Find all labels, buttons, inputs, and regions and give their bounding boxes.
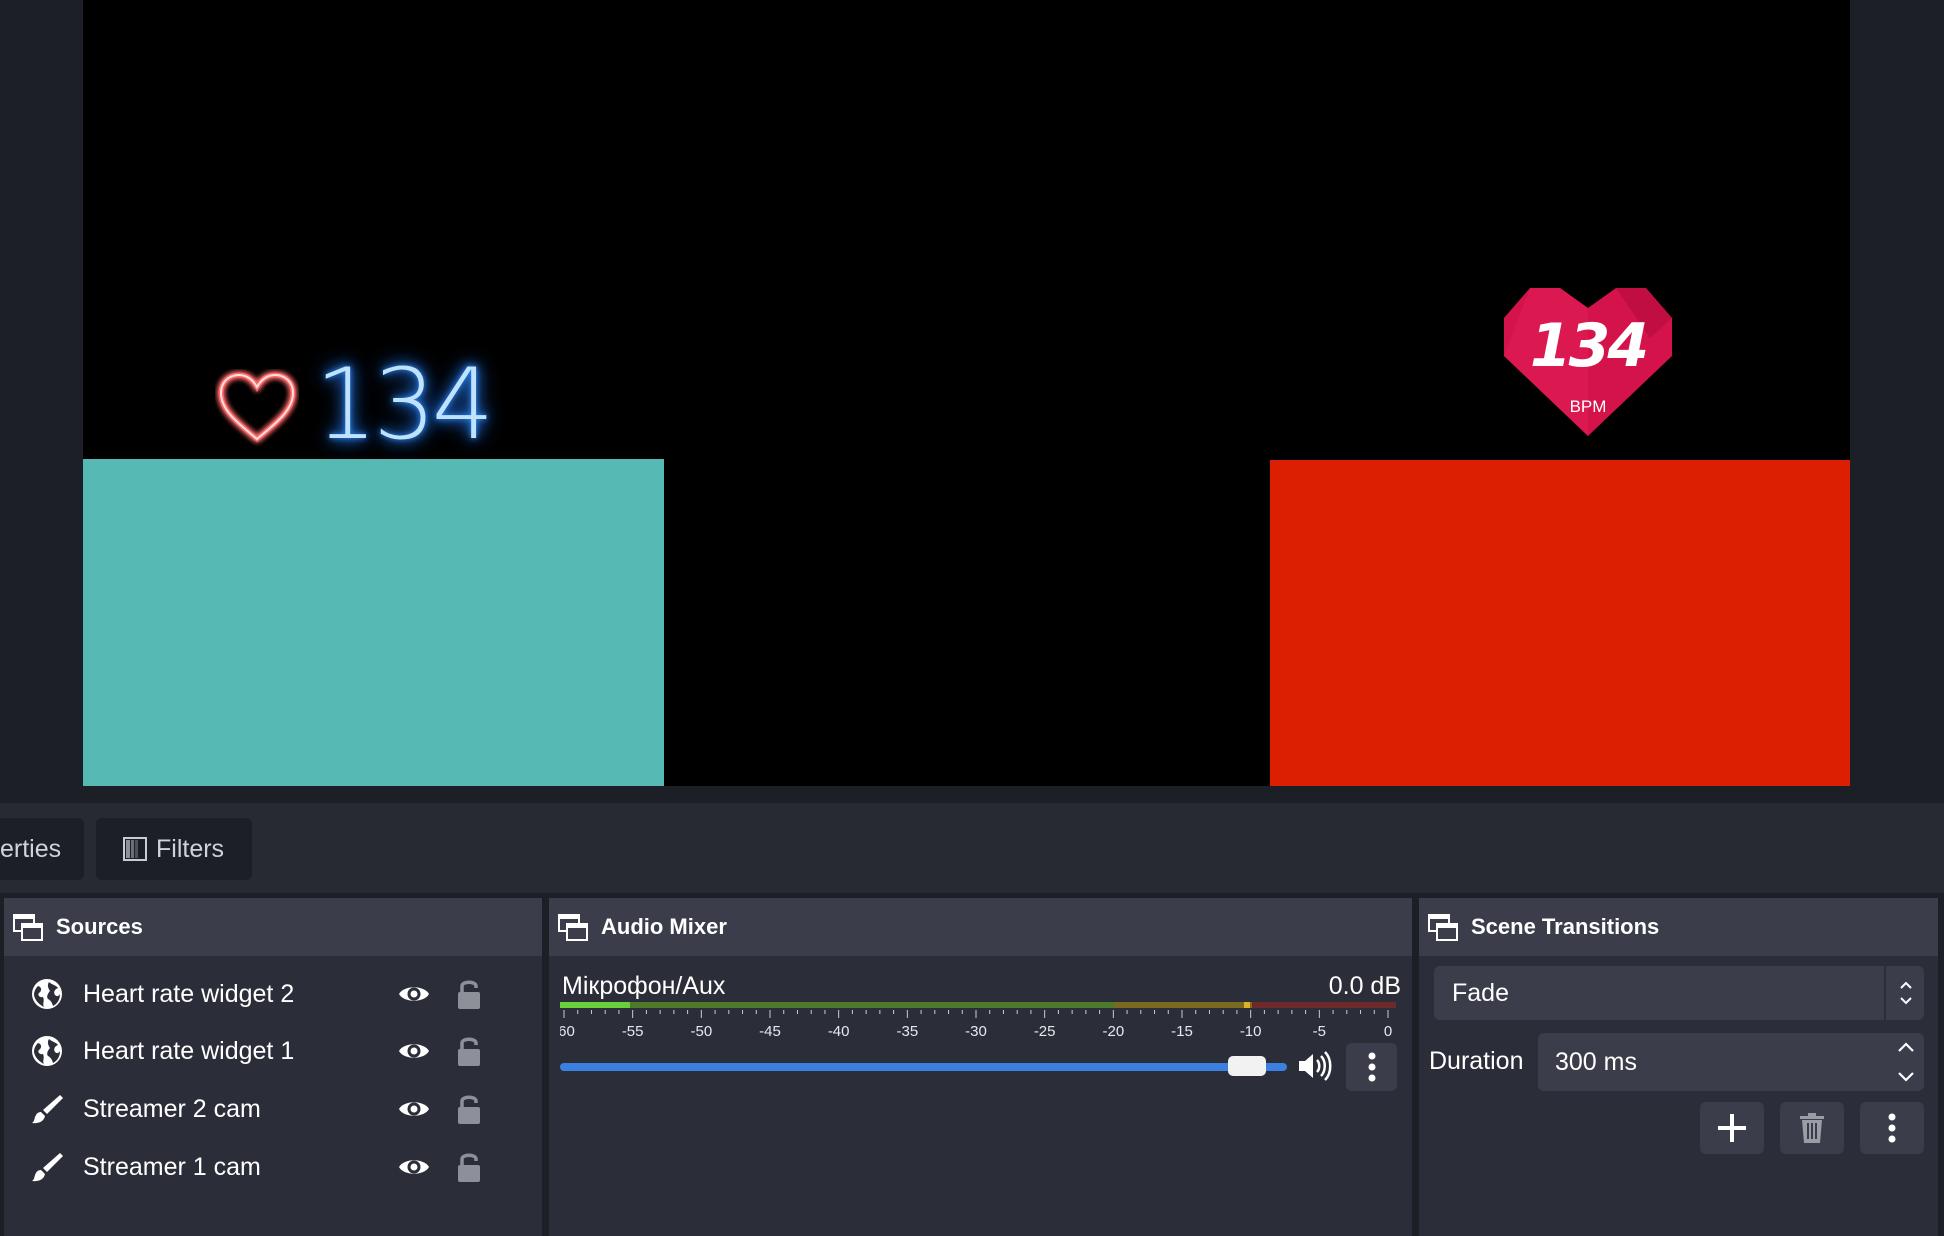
eye-icon[interactable] <box>397 977 431 1011</box>
eye-icon[interactable] <box>397 1150 431 1184</box>
source-label: Streamer 1 cam <box>83 1152 261 1181</box>
meter-tick-label: -20 <box>1102 1023 1124 1040</box>
meter-tick-label: -35 <box>896 1023 918 1040</box>
neon-heart-icon <box>218 372 296 443</box>
volume-meter: -60-55-50-45-40-35-30-25-20-15-10-50 <box>560 1002 1396 1040</box>
streamer-2-cam-box[interactable] <box>1270 460 1850 786</box>
source-row[interactable]: Heart rate widget 1 <box>4 1022 542 1080</box>
source-row[interactable]: Heart rate widget 2 <box>4 965 542 1023</box>
audio-mixer-title: Audio Mixer <box>601 914 727 939</box>
transition-select[interactable]: Fade <box>1434 966 1924 1020</box>
context-tab-strip: erties Filters <box>0 803 1944 893</box>
source-row[interactable]: Streamer 2 cam <box>4 1080 542 1138</box>
meter-tick-labels: -60-55-50-45-40-35-30-25-20-15-10-50 <box>560 1023 1392 1040</box>
meter-tick-marks <box>563 1010 1389 1018</box>
scene-transitions-title: Scene Transitions <box>1471 914 1660 939</box>
dock-float-icon[interactable] <box>1427 911 1459 943</box>
heart-bpm-widget[interactable]: 134 BPM <box>1500 278 1676 438</box>
duration-label: Duration <box>1429 1047 1524 1075</box>
sources-dock-header[interactable]: Sources <box>4 898 542 956</box>
transition-menu-button[interactable] <box>1860 1102 1924 1154</box>
meter-tick-label: -55 <box>622 1023 644 1040</box>
audio-mixer-dock-header[interactable]: Audio Mixer <box>549 898 1412 956</box>
meter-tick-label: -5 <box>1313 1023 1326 1040</box>
lock-icon[interactable] <box>456 977 482 1011</box>
globe-icon <box>32 1036 62 1066</box>
lock-icon[interactable] <box>456 1150 482 1184</box>
duration-value: 300 ms <box>1555 1048 1637 1076</box>
globe-icon <box>32 979 62 1009</box>
dock-float-icon[interactable] <box>12 911 44 943</box>
meter-tick-label: -60 <box>560 1023 575 1040</box>
add-transition-button[interactable] <box>1700 1102 1764 1154</box>
neon-bpm-value: 134 <box>315 348 494 462</box>
source-label: Heart rate widget 1 <box>83 1036 295 1065</box>
neon-heart-rate-widget[interactable]: 134 <box>215 355 494 455</box>
meter-tick-label: -40 <box>828 1023 850 1040</box>
plus-icon <box>1718 1114 1746 1142</box>
meter-tick-label: -10 <box>1240 1023 1262 1040</box>
duration-spinbox[interactable]: 300 ms <box>1538 1033 1924 1091</box>
meter-tick-label: -30 <box>965 1023 987 1040</box>
meter-tick-label: -25 <box>1034 1023 1056 1040</box>
chevron-up-down-icon <box>1900 981 1912 1005</box>
eye-icon[interactable] <box>397 1092 431 1126</box>
brush-icon <box>32 1095 63 1124</box>
sources-title: Sources <box>56 914 143 939</box>
filters-icon <box>123 837 147 861</box>
volume-slider-track[interactable] <box>560 1063 1287 1071</box>
kebab-menu-icon <box>1368 1052 1375 1082</box>
meter-tick-label: -45 <box>759 1023 781 1040</box>
tab-properties[interactable]: erties <box>0 818 84 880</box>
audio-mixer-dock: Audio Mixer Мікрофон/Aux 0.0 dB -60 -55 -5… <box>549 898 1412 1236</box>
streamer-1-cam-box[interactable] <box>83 459 664 786</box>
scene-transitions-dock-header[interactable]: Scene Transitions <box>1419 898 1938 956</box>
sources-dock: Sources Heart rate widget 2 Heart rate w… <box>4 898 542 1236</box>
tab-filters-label: Filters <box>156 834 225 863</box>
transition-selected-value: Fade <box>1452 979 1509 1007</box>
preview-area: 134 134 BPM <box>0 0 1944 803</box>
mixer-level-readout: 0.0 dB <box>1328 972 1401 1000</box>
mixer-menu-button[interactable] <box>1346 1043 1397 1091</box>
lock-icon[interactable] <box>456 1092 482 1126</box>
lock-icon[interactable] <box>456 1034 482 1068</box>
dock-float-icon[interactable] <box>557 911 589 943</box>
remove-transition-button[interactable] <box>1780 1102 1844 1154</box>
source-row[interactable]: Streamer 1 cam <box>4 1138 542 1196</box>
mixer-channel-name: Мікрофон/Aux <box>562 972 726 1000</box>
select-arrows[interactable] <box>1884 966 1924 1020</box>
brush-icon <box>32 1153 63 1182</box>
volume-slider-handle[interactable] <box>1227 1056 1266 1076</box>
spin-arrows-icon[interactable] <box>1896 1041 1916 1083</box>
scene-transitions-dock: Scene Transitions Fade Duration 300 ms <box>1419 898 1938 1236</box>
preview-canvas[interactable]: 134 134 BPM <box>83 0 1850 786</box>
eye-icon[interactable] <box>397 1034 431 1068</box>
speaker-icon[interactable] <box>1297 1049 1333 1083</box>
meter-tick-label: 0 <box>1384 1023 1392 1040</box>
source-label: Heart rate widget 2 <box>83 979 295 1008</box>
source-label: Streamer 2 cam <box>83 1094 261 1123</box>
heart-bpm-value: 134 <box>1529 311 1649 381</box>
meter-tick-label: -15 <box>1171 1023 1193 1040</box>
meter-tick-label: -50 <box>690 1023 712 1040</box>
heart-bpm-unit: BPM <box>1569 397 1607 416</box>
kebab-menu-icon <box>1888 1113 1896 1143</box>
tab-properties-label: erties <box>0 834 62 863</box>
trash-icon <box>1800 1113 1824 1143</box>
tab-filters[interactable]: Filters <box>96 818 252 880</box>
